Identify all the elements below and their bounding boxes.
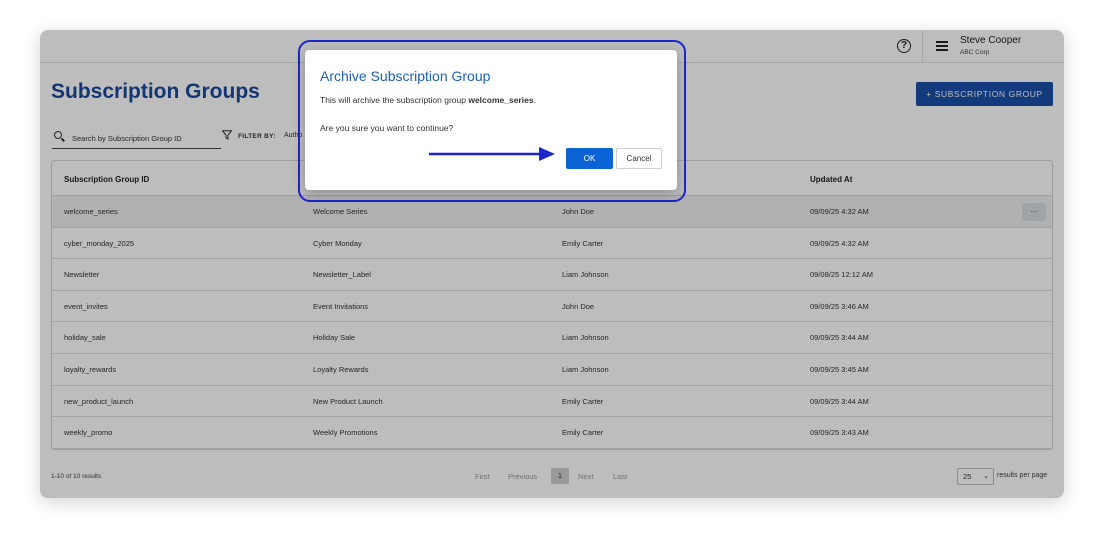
dialog-message: This will archive the subscription group… <box>320 95 536 105</box>
dialog-message-suffix: . <box>533 95 536 105</box>
app-window: ? Steve Cooper ABC Corp Subscription Gro… <box>40 30 1064 498</box>
dialog-group-name: welcome_series <box>468 95 534 105</box>
ok-button[interactable]: OK <box>566 148 613 169</box>
archive-dialog: Archive Subscription Group This will arc… <box>305 50 677 190</box>
cancel-button[interactable]: Cancel <box>616 148 662 169</box>
dialog-title: Archive Subscription Group <box>320 68 491 84</box>
dialog-confirm-text: Are you sure you want to continue? <box>320 123 454 133</box>
dialog-message-prefix: This will archive the subscription group <box>320 95 469 105</box>
arrow-right-icon <box>429 147 555 161</box>
